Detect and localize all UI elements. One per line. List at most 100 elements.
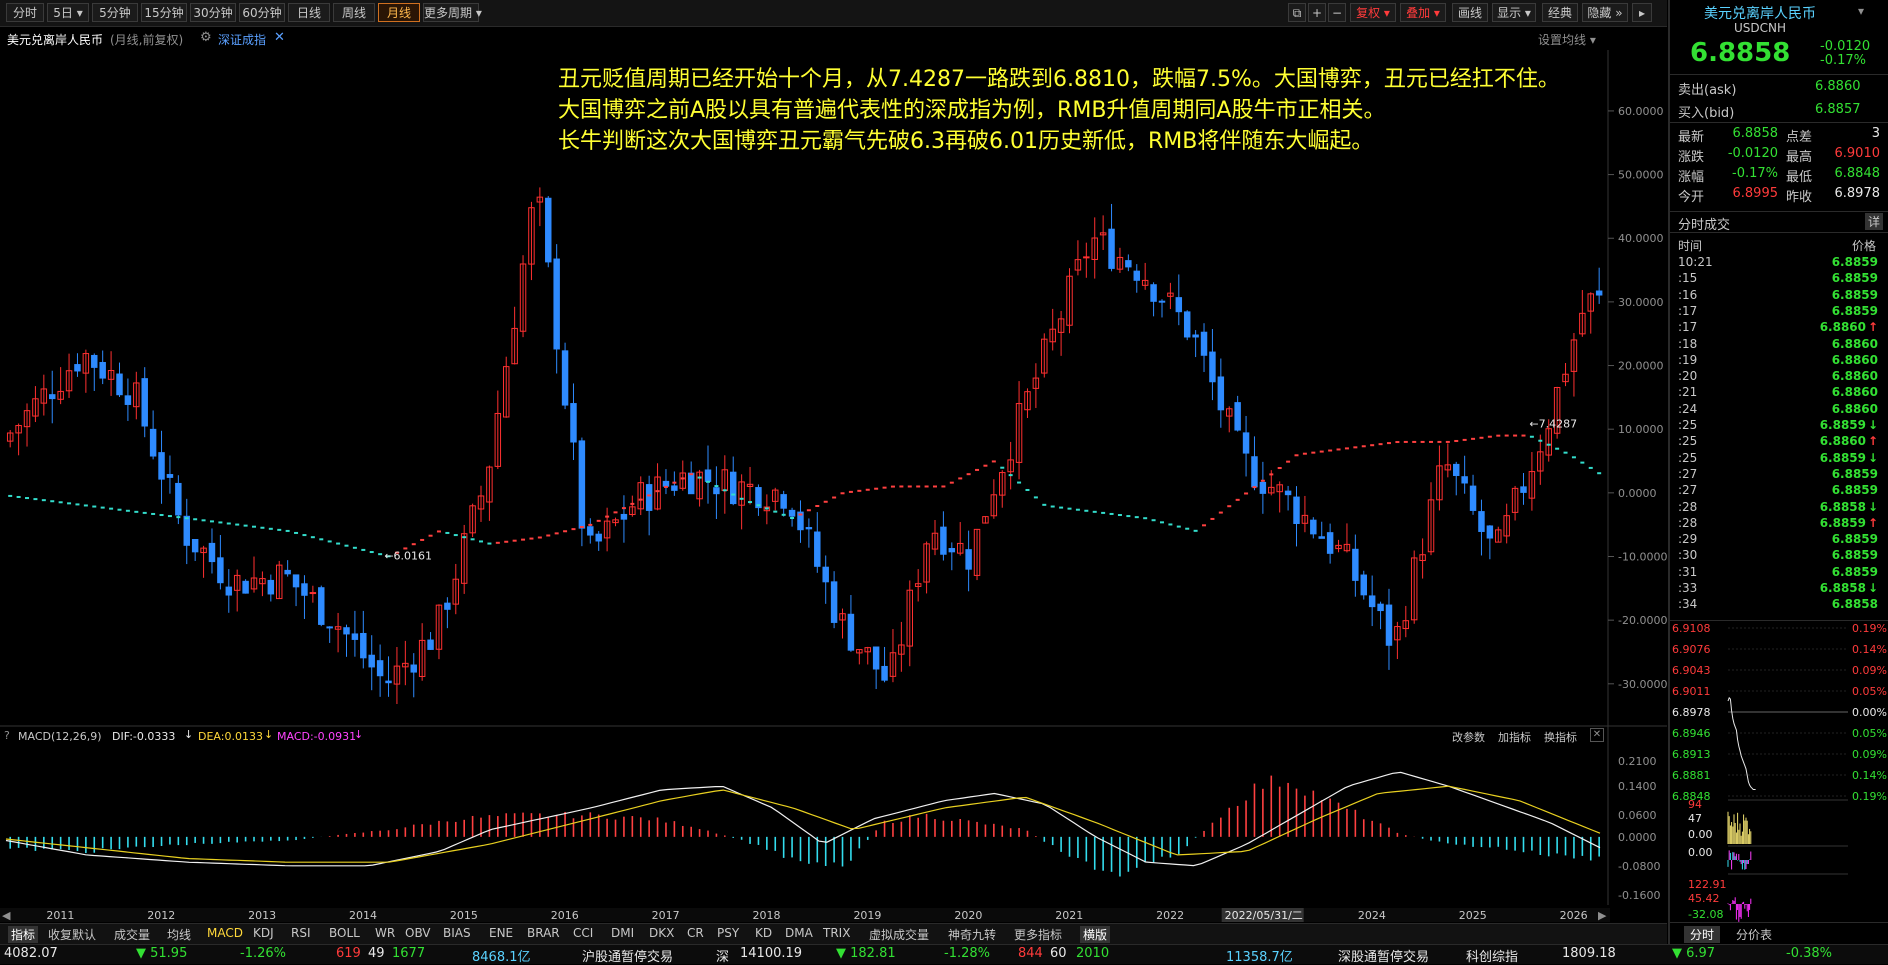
indicator-tab-11[interactable]: ENE (489, 926, 513, 940)
period-4-button[interactable]: 30分钟 (190, 3, 236, 22)
indicator-tab-14[interactable]: DMI (611, 926, 634, 940)
overlay-mark (663, 485, 668, 488)
overlay-mark (8, 494, 13, 497)
close-macd-icon[interactable]: ✕ (1590, 728, 1604, 742)
overlay-mark (1000, 466, 1005, 469)
grid-toggle-icon[interactable]: ⧉ (1288, 3, 1306, 22)
main-chart[interactable]: 60.0000 50.0000 40.0000 30.0000 20.0000 10.00… (0, 50, 1667, 923)
trades-list[interactable]: 10:21 6.8859:15 6.8859:16 6.8859:17 6.8859:1… (1670, 255, 1888, 615)
overlay-mark (890, 485, 895, 488)
overlay-mark (790, 516, 795, 519)
indicator-tab-20[interactable]: TRIX (823, 926, 850, 940)
change-params-button[interactable]: 改参数 (1452, 729, 1485, 745)
tab-intraday[interactable]: 分时 (1684, 926, 1721, 943)
overlay-index-link[interactable]: 深证成指 (218, 31, 266, 48)
indicator-tab-10[interactable]: BIAS (443, 926, 471, 940)
overlay-mark (1126, 515, 1131, 518)
help-icon[interactable]: ? (4, 729, 10, 742)
candle (561, 350, 569, 406)
indicator-tab-4[interactable]: MACD (207, 926, 243, 940)
indicator-tab-21[interactable]: 虚拟成交量 (869, 926, 929, 943)
indicator-tab-8[interactable]: WR (375, 926, 395, 940)
overlay-mark (705, 480, 710, 483)
indicator-tab-15[interactable]: DKX (649, 926, 674, 940)
expand-icon[interactable]: ▸ (1632, 3, 1652, 22)
indicator-tab-18[interactable]: KD (755, 926, 772, 940)
indicator-tab-3[interactable]: 均线 (167, 926, 191, 943)
detail-button[interactable]: 详 (1865, 213, 1884, 230)
mini-pct-label: 0.19% (1852, 790, 1887, 803)
candle (578, 440, 586, 529)
overlay-mark (865, 488, 870, 491)
zoom-in-icon[interactable]: + (1308, 3, 1326, 22)
indicator-tab-2[interactable]: 成交量 (114, 926, 150, 943)
close-overlay-icon[interactable]: ✕ (274, 30, 285, 45)
col-price: 价格 (1852, 239, 1877, 253)
macd-dea: DEA:0.0133 (198, 730, 263, 743)
indicator-tab-16[interactable]: CR (687, 926, 704, 940)
ask-value: 6.8860 (1815, 79, 1861, 94)
period-8-button[interactable]: 月线 (378, 3, 420, 22)
indicator-tab-6[interactable]: RSI (291, 926, 311, 940)
overlay-mark (1513, 434, 1518, 437)
zoom-out-icon[interactable]: − (1328, 3, 1346, 22)
mini-pct-label: 0.19% (1852, 622, 1887, 635)
overlay-button[interactable]: 叠加 ▾ (1400, 3, 1446, 22)
adjust-button[interactable]: 复权 ▾ (1350, 3, 1396, 22)
period-2-button[interactable]: 5分钟 (92, 3, 138, 22)
trade-price: 6.8859 (1831, 271, 1878, 286)
indicator-tab-13[interactable]: CCI (573, 926, 593, 940)
overlay-mark (680, 477, 685, 480)
overlay-mark (1555, 447, 1560, 450)
arrow-down-icon: ↓ (1867, 499, 1878, 514)
classic-button[interactable]: 经典 (1542, 3, 1578, 22)
add-indicator-button[interactable]: 加指标 (1498, 729, 1531, 745)
chart-mode: (月线,前复权) (110, 33, 184, 47)
draw-button[interactable]: 画线 (1452, 3, 1488, 22)
period-3-button[interactable]: 15分钟 (141, 3, 187, 22)
period-7-button[interactable]: 周线 (333, 3, 375, 22)
switch-indicator-button[interactable]: 换指标 (1544, 729, 1577, 745)
macd-arrow-icon: ↓ (354, 728, 364, 741)
period-6-button[interactable]: 日线 (288, 3, 330, 22)
indicator-tab-19[interactable]: DMA (785, 926, 813, 940)
trade-row: :33 6.8858 ↓ (1678, 581, 1878, 597)
indicator-tab-5[interactable]: KDJ (253, 926, 274, 940)
overlay-mark (764, 507, 769, 510)
indicator-tab-0[interactable]: 指标 (8, 926, 39, 943)
indicator-tab-22[interactable]: 神奇九转 (948, 926, 996, 943)
indicator-tab-23[interactable]: 更多指标 (1014, 926, 1062, 943)
indicator-tab-12[interactable]: BRAR (527, 926, 560, 940)
period-5-button[interactable]: 60分钟 (239, 3, 285, 22)
period-9-button[interactable]: 更多周期 ▾ (423, 3, 482, 22)
intraday-chart[interactable]: 6.9108 0.19% 6.9076 0.14% 6.9043 0.09% 6.9011 0… (1670, 622, 1888, 922)
trade-time: :25 (1678, 434, 1698, 449)
indicator-tab-24[interactable]: 横版 (1080, 926, 1111, 943)
overlay-mark (327, 540, 332, 543)
trade-price: 6.8859 (1819, 450, 1866, 465)
panel-menu-icon[interactable]: ▾ (1858, 4, 1864, 18)
candle (965, 549, 972, 570)
set-ma-button[interactable]: 设置均线 ▾ (1538, 31, 1596, 48)
overlay-mark (235, 523, 240, 526)
indicator-tab-9[interactable]: OBV (405, 926, 431, 940)
indicator-tab-7[interactable]: BOLL (329, 926, 360, 940)
period-0-button[interactable]: 分时 (6, 3, 44, 22)
indicator-tab-17[interactable]: PSY (717, 926, 739, 940)
candle (1200, 331, 1208, 356)
stat-label: 今开 (1678, 190, 1705, 205)
overlay-mark (1033, 496, 1038, 499)
overlay-mark (1277, 467, 1282, 470)
trade-row: :25 6.8859 ↓ (1678, 418, 1878, 434)
status-item-5: 1677 (392, 946, 426, 961)
period-1-button[interactable]: 5日 ▾ (47, 3, 89, 22)
indicator-tab-1[interactable]: 收复默认 (48, 926, 96, 943)
candle (326, 626, 333, 629)
settings-icon[interactable]: ⚙ (200, 30, 212, 45)
hide-button[interactable]: 隐藏 » (1582, 3, 1628, 22)
overlay-mark (252, 525, 257, 528)
x-year-label: 2011 (46, 909, 74, 922)
display-button[interactable]: 显示 ▾ (1492, 3, 1536, 22)
overlay-mark (1227, 505, 1232, 508)
tab-price-table[interactable]: 分价表 (1736, 926, 1772, 943)
